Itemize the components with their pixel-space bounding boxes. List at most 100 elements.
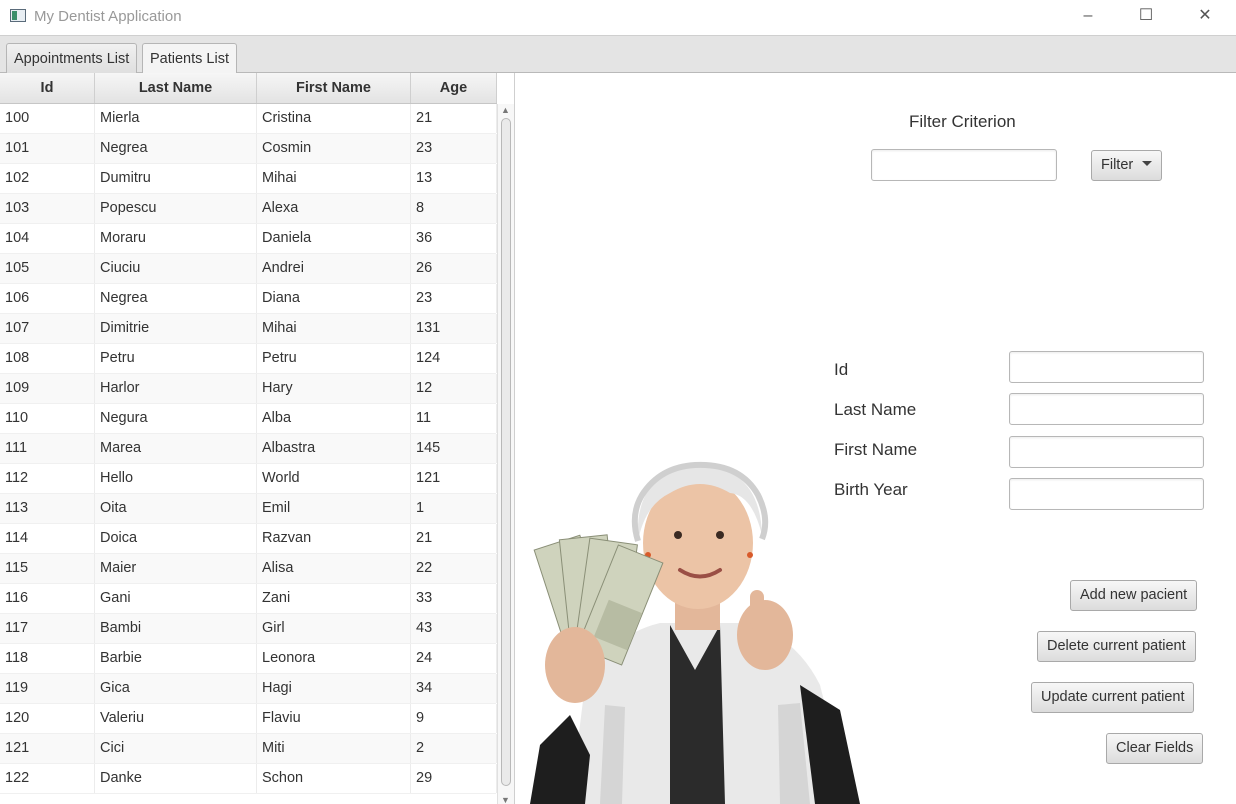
- cell-age: 2: [411, 734, 497, 763]
- cell-last-name: Maier: [95, 554, 257, 583]
- cell-age: 34: [411, 674, 497, 703]
- cell-first-name: Mihai: [257, 314, 411, 343]
- column-header-age[interactable]: Age: [411, 73, 497, 103]
- cell-id: 112: [0, 464, 95, 493]
- table-row[interactable]: 104 Moraru Daniela 36: [0, 224, 497, 254]
- cell-last-name: Harlor: [95, 374, 257, 403]
- table-row[interactable]: 117 Bambi Girl 43: [0, 614, 497, 644]
- filter-input[interactable]: [871, 149, 1057, 181]
- close-button[interactable]: ✕: [1176, 0, 1234, 34]
- id-field[interactable]: [1009, 351, 1204, 383]
- table-row[interactable]: 122 Danke Schon 29: [0, 764, 497, 794]
- cell-age: 131: [411, 314, 497, 343]
- cell-id: 111: [0, 434, 95, 463]
- cell-last-name: Hello: [95, 464, 257, 493]
- table-row[interactable]: 121 Cici Miti 2: [0, 734, 497, 764]
- patients-table[interactable]: Id Last Name First Name Age 100 Mierla Cri…: [0, 73, 515, 804]
- table-row[interactable]: 115 Maier Alisa 22: [0, 554, 497, 584]
- cell-last-name: Mierla: [95, 104, 257, 133]
- cell-age: 24: [411, 644, 497, 673]
- minimize-button[interactable]: –: [1059, 0, 1117, 34]
- table-row[interactable]: 116 Gani Zani 33: [0, 584, 497, 614]
- tab-bar: Appointments List Patients List: [0, 35, 1236, 75]
- table-header: Id Last Name First Name Age: [0, 73, 497, 104]
- cell-last-name: Dimitrie: [95, 314, 257, 343]
- cell-age: 23: [411, 134, 497, 163]
- id-label: Id: [834, 360, 849, 379]
- cell-last-name: Barbie: [95, 644, 257, 673]
- update-current-patient-button[interactable]: Update current patient: [1031, 682, 1195, 713]
- table-row[interactable]: 102 Dumitru Mihai 13: [0, 164, 497, 194]
- cell-first-name: Diana: [257, 284, 411, 313]
- cell-id: 116: [0, 584, 95, 613]
- tab-appointments-list[interactable]: Appointments List: [6, 43, 138, 74]
- cell-age: 23: [411, 284, 497, 313]
- cell-first-name: Zani: [257, 584, 411, 613]
- cell-id: 115: [0, 554, 95, 583]
- cell-id: 102: [0, 164, 95, 193]
- table-row[interactable]: 113 Oita Emil 1: [0, 494, 497, 524]
- cell-age: 8: [411, 194, 497, 223]
- cell-id: 120: [0, 704, 95, 733]
- cell-id: 104: [0, 224, 95, 253]
- table-row[interactable]: 118 Barbie Leonora 24: [0, 644, 497, 674]
- cell-id: 107: [0, 314, 95, 343]
- cell-last-name: Gani: [95, 584, 257, 613]
- table-row[interactable]: 112 Hello World 121: [0, 464, 497, 494]
- cell-last-name: Popescu: [95, 194, 257, 223]
- cell-first-name: World: [257, 464, 411, 493]
- scroll-down-arrow-icon[interactable]: ▼: [501, 795, 510, 804]
- table-row[interactable]: 101 Negrea Cosmin 23: [0, 134, 497, 164]
- table-row[interactable]: 100 Mierla Cristina 21: [0, 104, 497, 134]
- table-row[interactable]: 105 Ciuciu Andrei 26: [0, 254, 497, 284]
- maximize-button[interactable]: ☐: [1117, 0, 1175, 34]
- filter-dropdown-button[interactable]: Filter: [1091, 150, 1163, 181]
- cell-age: 9: [411, 704, 497, 733]
- table-row[interactable]: 114 Doica Razvan 21: [0, 524, 497, 554]
- vertical-scrollbar[interactable]: ▲ ▼: [497, 104, 514, 804]
- cell-first-name: Hagi: [257, 674, 411, 703]
- table-row[interactable]: 106 Negrea Diana 23: [0, 284, 497, 314]
- column-header-id[interactable]: Id: [0, 73, 95, 103]
- cell-id: 122: [0, 764, 95, 793]
- cell-age: 33: [411, 584, 497, 613]
- first-name-field[interactable]: [1009, 436, 1204, 468]
- table-row[interactable]: 120 Valeriu Flaviu 9: [0, 704, 497, 734]
- elderly-woman-with-money-image: [530, 461, 860, 804]
- scroll-up-arrow-icon[interactable]: ▲: [501, 105, 510, 115]
- cell-age: 43: [411, 614, 497, 643]
- cell-first-name: Flaviu: [257, 704, 411, 733]
- table-row[interactable]: 103 Popescu Alexa 8: [0, 194, 497, 224]
- table-row[interactable]: 119 Gica Hagi 34: [0, 674, 497, 704]
- cell-id: 121: [0, 734, 95, 763]
- delete-current-patient-button[interactable]: Delete current patient: [1037, 631, 1196, 662]
- cell-id: 109: [0, 374, 95, 403]
- cell-age: 13: [411, 164, 497, 193]
- cell-id: 119: [0, 674, 95, 703]
- cell-first-name: Alexa: [257, 194, 411, 223]
- cell-age: 36: [411, 224, 497, 253]
- cell-last-name: Bambi: [95, 614, 257, 643]
- cell-last-name: Gica: [95, 674, 257, 703]
- scrollbar-thumb[interactable]: [501, 118, 511, 786]
- last-name-field[interactable]: [1009, 393, 1204, 425]
- tab-patients-list[interactable]: Patients List: [142, 43, 237, 75]
- cell-last-name: Petru: [95, 344, 257, 373]
- table-row[interactable]: 108 Petru Petru 124: [0, 344, 497, 374]
- table-row[interactable]: 107 Dimitrie Mihai 131: [0, 314, 497, 344]
- cell-last-name: Valeriu: [95, 704, 257, 733]
- cell-age: 1: [411, 494, 497, 523]
- table-row[interactable]: 111 Marea Albastra 145: [0, 434, 497, 464]
- cell-last-name: Ciuciu: [95, 254, 257, 283]
- add-new-patient-button[interactable]: Add new pacient: [1070, 580, 1198, 611]
- table-row[interactable]: 110 Negura Alba 11: [0, 404, 497, 434]
- clear-fields-button[interactable]: Clear Fields: [1106, 733, 1204, 764]
- cell-last-name: Danke: [95, 764, 257, 793]
- cell-first-name: Alisa: [257, 554, 411, 583]
- app-icon: [10, 9, 26, 22]
- column-header-first-name[interactable]: First Name: [257, 73, 411, 103]
- cell-id: 106: [0, 284, 95, 313]
- birth-year-field[interactable]: [1009, 478, 1204, 510]
- column-header-last-name[interactable]: Last Name: [95, 73, 257, 103]
- table-row[interactable]: 109 Harlor Hary 12: [0, 374, 497, 404]
